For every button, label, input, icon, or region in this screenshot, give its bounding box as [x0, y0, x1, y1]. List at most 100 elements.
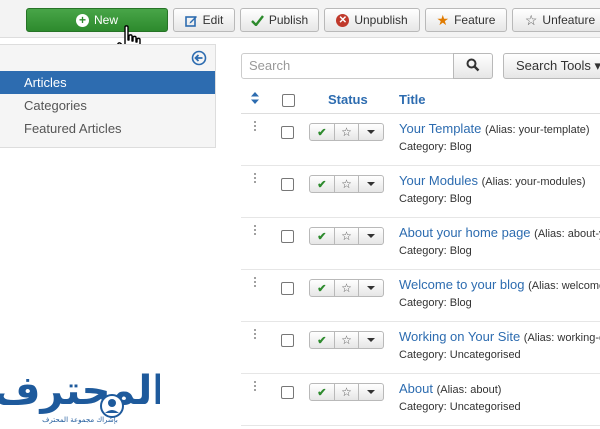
collapse-sidebar-icon[interactable] — [191, 50, 207, 69]
row-checkbox[interactable] — [281, 126, 294, 139]
published-check-icon[interactable]: ✔ — [310, 332, 335, 348]
article-title-link[interactable]: Your Template — [399, 121, 481, 136]
article-category: Category: Blog — [399, 297, 472, 309]
svg-text:المحترف: المحترف — [0, 368, 160, 414]
article-title-link[interactable]: Your Modules — [399, 173, 478, 188]
feature-button[interactable]: ★ Feature — [425, 8, 507, 32]
select-all-checkbox[interactable] — [282, 94, 295, 107]
row-checkbox[interactable] — [281, 282, 294, 295]
table-row: ✔ ☆ Welcome to your blog (Alias: welcome… — [241, 270, 600, 322]
article-title-line: About your home page (Alias: about-yo — [399, 225, 600, 240]
drag-handle-icon[interactable] — [253, 276, 257, 287]
status-button-group: ✔ ☆ — [309, 331, 384, 349]
actions-dropdown-toggle[interactable] — [359, 384, 383, 400]
row-checkbox[interactable] — [281, 178, 294, 191]
chevron-down-icon — [367, 390, 376, 394]
star-outline-icon: ☆ — [524, 11, 538, 28]
article-alias: (Alias: your-modules) — [481, 176, 586, 188]
status-button-group: ✔ ☆ — [309, 175, 384, 193]
column-header-status[interactable]: Status — [328, 92, 368, 107]
published-check-icon[interactable]: ✔ — [310, 280, 335, 296]
article-title-line: Working on Your Site (Alias: working-o — [399, 329, 600, 344]
chevron-down-icon — [367, 130, 376, 134]
actions-dropdown-toggle[interactable] — [359, 176, 383, 192]
article-title-link[interactable]: About — [399, 381, 433, 396]
unpublish-button[interactable]: ✕ Unpublish — [324, 8, 420, 32]
edit-icon — [184, 14, 198, 27]
feature-button-label: Feature — [454, 13, 496, 27]
actions-dropdown-toggle[interactable] — [359, 280, 383, 296]
search-button[interactable] — [453, 53, 493, 79]
chevron-down-icon — [367, 286, 376, 290]
article-alias: (Alias: your-template) — [485, 124, 590, 136]
article-alias: (Alias: welcome — [528, 280, 600, 292]
search-tools-button[interactable]: Search Tools ▾ — [503, 53, 600, 79]
edit-button[interactable]: Edit — [173, 8, 235, 32]
table-row: ✔ ☆ Your Template (Alias: your-template)… — [241, 114, 600, 166]
article-title-line: Your Template (Alias: your-template) — [399, 121, 590, 136]
unfeature-button-label: Unfeature — [542, 13, 596, 27]
column-header-title[interactable]: Title — [399, 92, 426, 107]
article-alias: (Alias: about) — [436, 384, 502, 396]
unfeature-button[interactable]: ☆ Unfeature — [512, 8, 600, 32]
article-title-link[interactable]: Working on Your Site — [399, 329, 520, 344]
article-title-link[interactable]: About your home page — [399, 225, 531, 240]
check-icon — [250, 14, 264, 26]
publish-button[interactable]: Publish — [240, 8, 319, 32]
article-category: Category: Blog — [399, 141, 472, 153]
chevron-down-icon — [367, 338, 376, 342]
sidebar-item-label: Featured Articles — [24, 121, 122, 136]
published-check-icon[interactable]: ✔ — [310, 176, 335, 192]
sidebar-item-label: Categories — [24, 98, 87, 113]
star-filled-icon: ★ — [436, 11, 450, 28]
featured-star-icon[interactable]: ☆ — [335, 124, 360, 140]
featured-star-icon[interactable]: ☆ — [335, 384, 360, 400]
publish-button-label: Publish — [268, 13, 309, 27]
actions-dropdown-toggle[interactable] — [359, 228, 383, 244]
row-checkbox[interactable] — [281, 334, 294, 347]
search-placeholder: Search — [249, 58, 291, 73]
featured-star-icon[interactable]: ☆ — [335, 280, 360, 296]
watermark-logo: المحترف بإشراك مجموعة المحترف — [0, 358, 168, 429]
table-row: ✔ ☆ About your home page (Alias: about-y… — [241, 218, 600, 270]
article-category: Category: Uncategorised — [399, 349, 521, 361]
article-category: Category: Uncategorised — [399, 401, 521, 413]
table-row: ✔ ☆ About (Alias: about) Category: Uncat… — [241, 374, 600, 426]
published-check-icon[interactable]: ✔ — [310, 384, 335, 400]
sidebar-item-categories[interactable]: Categories — [0, 94, 215, 117]
sidebar-item-articles[interactable]: Articles — [0, 71, 215, 94]
drag-handle-icon[interactable] — [253, 172, 257, 183]
featured-star-icon[interactable]: ☆ — [335, 176, 360, 192]
sidebar: Articles Categories Featured Articles — [0, 44, 216, 148]
article-title-line: Welcome to your blog (Alias: welcome — [399, 277, 600, 292]
toolbar: + New Edit Publish ✕ Unpublish ★ Feature… — [0, 0, 600, 38]
actions-dropdown-toggle[interactable] — [359, 124, 383, 140]
new-button[interactable]: + New — [26, 8, 168, 32]
actions-dropdown-toggle[interactable] — [359, 332, 383, 348]
sort-ordering-icon[interactable] — [250, 92, 260, 107]
status-button-group: ✔ ☆ — [309, 383, 384, 401]
article-category: Category: Blog — [399, 245, 472, 257]
featured-star-icon[interactable]: ☆ — [335, 332, 360, 348]
featured-star-icon[interactable]: ☆ — [335, 228, 360, 244]
row-checkbox[interactable] — [281, 230, 294, 243]
drag-handle-icon[interactable] — [253, 380, 257, 391]
edit-button-label: Edit — [202, 13, 224, 27]
drag-handle-icon[interactable] — [253, 224, 257, 235]
search-icon — [466, 58, 480, 75]
drag-handle-icon[interactable] — [253, 328, 257, 339]
status-button-group: ✔ ☆ — [309, 279, 384, 297]
published-check-icon[interactable]: ✔ — [310, 124, 335, 140]
new-button-label: New — [93, 13, 118, 27]
row-checkbox[interactable] — [281, 386, 294, 399]
article-title-link[interactable]: Welcome to your blog — [399, 277, 525, 292]
article-alias: (Alias: about-yo — [534, 228, 600, 240]
table-row: ✔ ☆ Your Modules (Alias: your-modules) C… — [241, 166, 600, 218]
search-tools-label: Search Tools ▾ — [516, 58, 600, 73]
status-button-group: ✔ ☆ — [309, 227, 384, 245]
published-check-icon[interactable]: ✔ — [310, 228, 335, 244]
drag-handle-icon[interactable] — [253, 120, 257, 131]
sidebar-item-featured-articles[interactable]: Featured Articles — [0, 117, 215, 140]
search-input[interactable]: Search — [241, 53, 454, 79]
article-title-line: About (Alias: about) — [399, 381, 501, 396]
